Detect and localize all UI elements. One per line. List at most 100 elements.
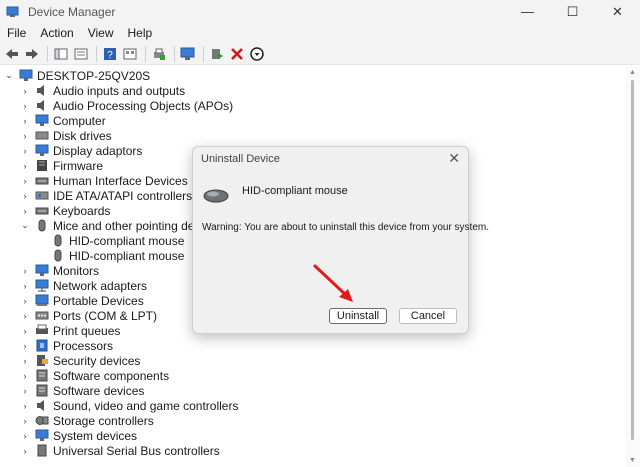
tree-item-hid-mouse-1[interactable]: HID-compliant mouse xyxy=(51,233,184,248)
tree-item-security[interactable]: › Security devices xyxy=(20,353,141,368)
menu-help[interactable]: Help xyxy=(121,26,160,40)
disable-device-icon[interactable] xyxy=(248,45,266,63)
chevron-right-icon[interactable]: › xyxy=(20,161,30,171)
menu-bar: File Action View Help xyxy=(0,23,640,43)
chevron-right-icon[interactable]: › xyxy=(20,191,30,201)
chevron-right-icon[interactable]: › xyxy=(20,311,30,321)
usb-icon xyxy=(37,444,47,457)
tree-item-label: Portable Devices xyxy=(53,293,144,308)
tree-root-label: DESKTOP-25QV20S xyxy=(37,68,151,83)
toolbar-separator xyxy=(96,45,97,62)
chevron-right-icon[interactable]: › xyxy=(20,416,30,426)
menu-action[interactable]: Action xyxy=(33,26,80,40)
tree-item-software-components[interactable]: › Software components xyxy=(20,368,170,383)
tree-item-storage[interactable]: › Storage controllers xyxy=(20,413,154,428)
properties-list-icon[interactable] xyxy=(72,45,90,63)
tree-item-label: Audio inputs and outputs xyxy=(53,83,186,98)
chevron-right-icon[interactable]: › xyxy=(20,401,30,411)
tree-item-disk-drives[interactable]: › Disk drives xyxy=(20,128,112,143)
update-driver-icon[interactable] xyxy=(208,45,226,63)
tree-item-usb[interactable]: › Universal Serial Bus controllers xyxy=(20,443,220,458)
tree-item-label: Firmware xyxy=(53,158,103,173)
back-icon[interactable] xyxy=(3,45,21,63)
tree-item-label: Audio Processing Objects (APOs) xyxy=(53,98,234,113)
chevron-right-icon[interactable]: › xyxy=(20,116,30,126)
chevron-right-icon[interactable]: › xyxy=(20,326,30,336)
tree-item-audio-inputs[interactable]: › Audio inputs and outputs xyxy=(20,83,186,98)
tree-item-label: Computer xyxy=(53,113,106,128)
chevron-right-icon[interactable]: › xyxy=(20,131,30,141)
scan-hardware-icon[interactable] xyxy=(179,45,197,63)
tree-item-label: Monitors xyxy=(53,263,100,278)
speaker-icon xyxy=(37,85,44,96)
chevron-right-icon[interactable]: › xyxy=(20,341,30,351)
chevron-right-icon[interactable]: › xyxy=(20,266,30,276)
tree-item-firmware[interactable]: › Firmware xyxy=(20,158,104,173)
chevron-right-icon[interactable]: › xyxy=(20,431,30,441)
tree-item-label: HID-compliant mouse xyxy=(69,248,185,263)
chevron-right-icon[interactable]: › xyxy=(20,176,30,186)
uninstall-device-icon[interactable] xyxy=(228,45,246,63)
tree-root[interactable]: ⌄ DESKTOP-25QV20S xyxy=(4,68,150,83)
tree-item-keyboards[interactable]: › Keyboards xyxy=(20,203,111,218)
disk-drive-icon xyxy=(35,131,49,140)
toolbar-separator xyxy=(203,45,204,62)
tree-item-audio-processing[interactable]: › Audio Processing Objects (APOs) xyxy=(20,98,234,113)
tree-item-monitors[interactable]: › Monitors xyxy=(20,263,100,278)
mouse-icon xyxy=(54,234,62,247)
chevron-right-icon[interactable]: › xyxy=(20,296,30,306)
processor-icon xyxy=(36,339,48,352)
chevron-right-icon[interactable]: › xyxy=(20,206,30,216)
tree-item-hid[interactable]: › Human Interface Devices xyxy=(20,173,188,188)
cancel-button[interactable]: Cancel xyxy=(399,308,457,324)
chevron-down-icon[interactable]: ⌄ xyxy=(4,70,14,81)
scroll-down-arrow-icon[interactable]: ▼ xyxy=(629,457,636,464)
chevron-right-icon[interactable]: › xyxy=(20,386,30,396)
tree-item-sound[interactable]: › Sound, video and game controllers xyxy=(20,398,239,413)
keyboard-icon xyxy=(35,207,49,215)
tree-item-label: IDE ATA/ATAPI controllers xyxy=(53,188,193,203)
scrollbar-thumb[interactable] xyxy=(631,80,634,440)
svg-text:?: ? xyxy=(107,50,113,61)
tree-item-display-adaptors[interactable]: › Display adaptors xyxy=(20,143,143,158)
tree-item-label: System devices xyxy=(53,428,138,443)
chevron-right-icon[interactable]: › xyxy=(20,371,30,381)
chevron-right-icon[interactable]: › xyxy=(20,356,30,366)
menu-file[interactable]: File xyxy=(0,26,33,40)
menu-view[interactable]: View xyxy=(81,26,121,40)
chevron-right-icon[interactable]: › xyxy=(20,281,30,291)
vertical-scrollbar[interactable]: ▲ ▼ xyxy=(626,66,640,467)
tree-item-network[interactable]: › Network adapters xyxy=(20,278,148,293)
tree-item-system[interactable]: › System devices xyxy=(20,428,138,443)
toolbar-separator xyxy=(174,45,175,62)
tree-item-ide[interactable]: › IDE ATA/ATAPI controllers xyxy=(20,188,193,203)
scroll-up-arrow-icon[interactable]: ▲ xyxy=(629,69,636,76)
chevron-right-icon[interactable]: › xyxy=(20,86,30,96)
tree-item-software-devices[interactable]: › Software devices xyxy=(20,383,145,398)
tree-item-computer[interactable]: › Computer xyxy=(20,113,106,128)
tree-item-portable[interactable]: › Portable Devices xyxy=(20,293,144,308)
close-button[interactable]: ✕ xyxy=(595,0,640,23)
chevron-right-icon[interactable]: › xyxy=(20,101,30,111)
show-hide-console-tree-icon[interactable] xyxy=(52,45,70,63)
monitor-icon xyxy=(35,264,49,276)
maximize-button[interactable]: ☐ xyxy=(550,0,595,23)
tree-item-print-queues[interactable]: › Print queues xyxy=(20,323,121,338)
dialog-close-button[interactable]: ✕ xyxy=(448,150,460,167)
firmware-chip-icon xyxy=(37,160,47,171)
mouse-icon xyxy=(54,249,62,262)
storage-controller-icon xyxy=(35,416,49,425)
tree-item-label: Print queues xyxy=(53,323,121,338)
tree-item-processors[interactable]: › Processors xyxy=(20,338,114,353)
tree-item-hid-mouse-2[interactable]: HID-compliant mouse xyxy=(51,248,184,263)
tree-item-ports[interactable]: › Ports (COM & LPT) xyxy=(20,308,158,323)
view-icon[interactable] xyxy=(121,45,139,63)
help-icon[interactable]: ? xyxy=(101,45,119,63)
print-icon[interactable] xyxy=(150,45,168,63)
chevron-right-icon[interactable]: › xyxy=(20,446,30,456)
uninstall-button[interactable]: Uninstall xyxy=(329,308,387,324)
minimize-button[interactable]: — xyxy=(505,0,550,23)
chevron-right-icon[interactable]: › xyxy=(20,146,30,156)
chevron-down-icon[interactable]: ⌄ xyxy=(20,220,30,231)
forward-icon[interactable] xyxy=(23,45,41,63)
